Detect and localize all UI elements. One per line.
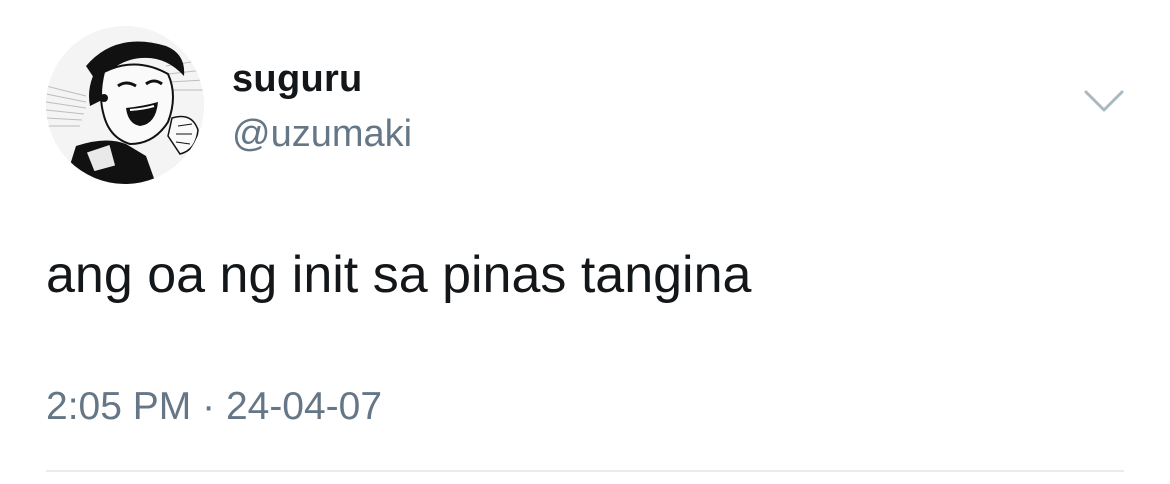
- tweet-date: 24-04-07: [225, 385, 383, 428]
- user-handle[interactable]: @uzumaki: [232, 111, 412, 157]
- chevron-down-icon: [1084, 90, 1124, 112]
- divider: [46, 470, 1124, 472]
- avatar[interactable]: [46, 26, 204, 184]
- tweet-text: ang oa ng init sa pinas tangina: [46, 246, 752, 304]
- meta-separator: ·: [202, 385, 216, 428]
- tweet-time: 2:05 PM: [46, 385, 192, 428]
- tweet-timestamp[interactable]: 2:05 PM · 24-04-07: [46, 383, 382, 431]
- tweet-menu-button[interactable]: [1082, 86, 1126, 116]
- display-name[interactable]: suguru: [232, 56, 363, 102]
- manga-character-avatar-icon: [46, 26, 204, 184]
